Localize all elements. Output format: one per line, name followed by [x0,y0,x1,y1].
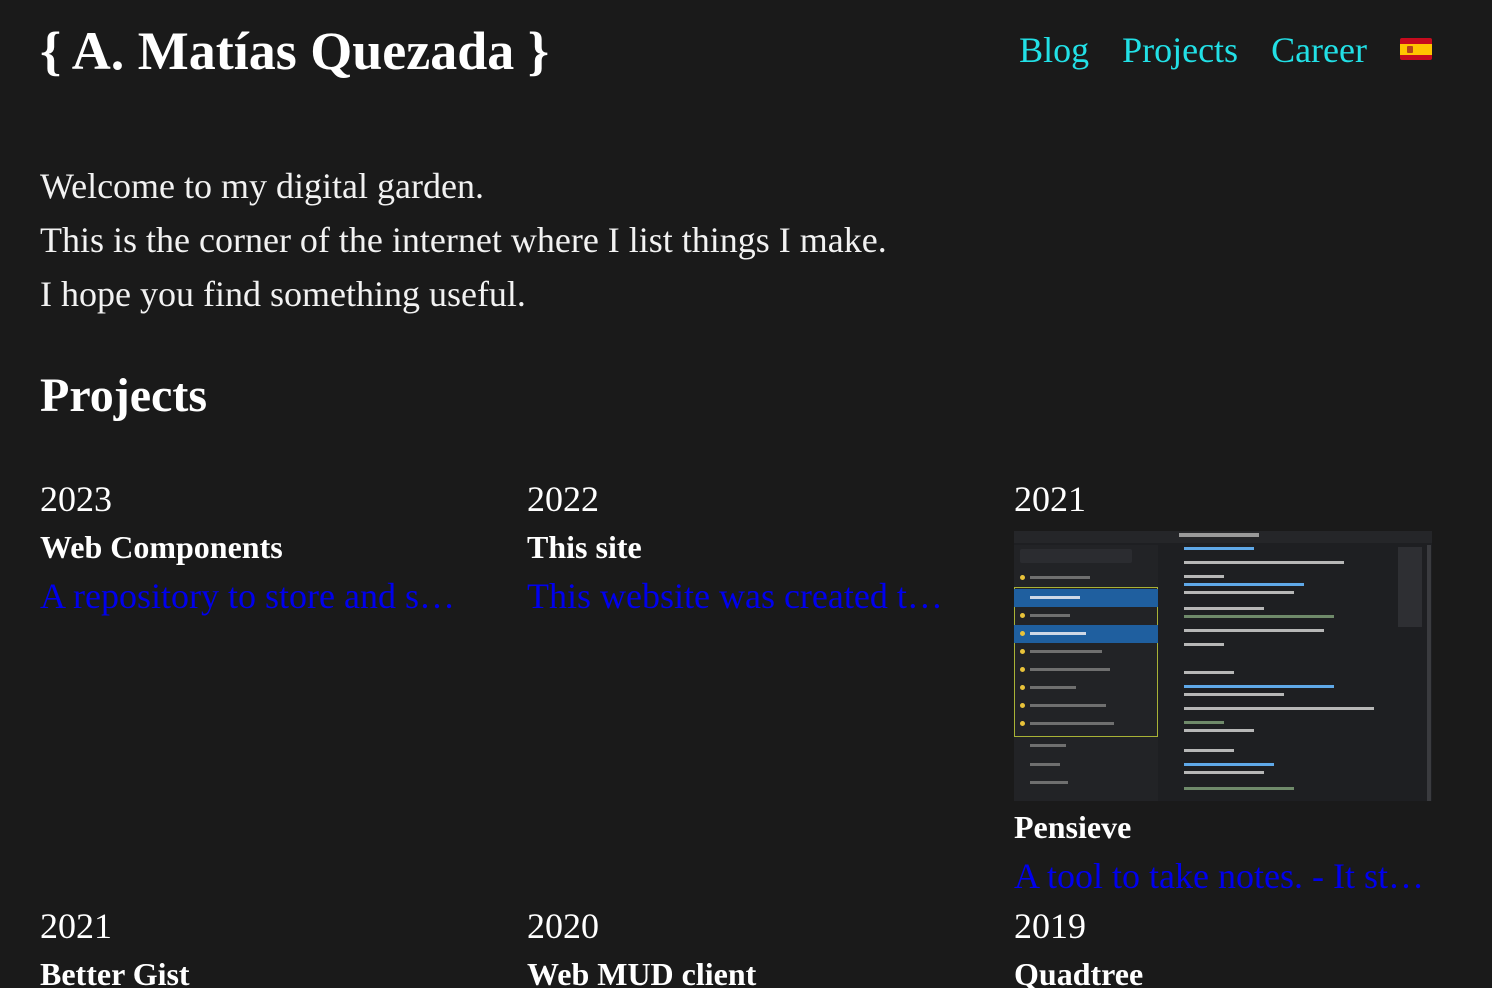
project-card[interactable]: 2019 Quadtree [1014,904,1434,988]
project-description: This website was created to list my proj… [527,576,945,616]
project-card[interactable]: 2020 Web MUD client [527,904,947,988]
nav-projects-link[interactable]: Projects [1122,26,1238,74]
project-year: 2021 [40,906,112,946]
spain-flag-icon[interactable] [1400,38,1432,60]
project-screenshot [1014,531,1432,801]
project-card[interactable]: 2023 Web Components A repository to stor… [40,477,460,619]
project-year: 2023 [40,479,112,519]
project-year: 2021 [1014,479,1086,519]
intro-line-1: Welcome to my digital garden. [40,166,484,206]
intro-text: Welcome to my digital garden. This is th… [40,159,887,321]
nav-career-link[interactable]: Career [1271,26,1367,74]
nav-blog-link[interactable]: Blog [1019,26,1089,74]
project-year: 2020 [527,906,599,946]
project-name: Pensieve [1014,809,1132,845]
project-name: Web Components [40,529,283,565]
project-name: This site [527,529,642,565]
intro-line-2: This is the corner of the internet where… [40,220,887,260]
site-title[interactable]: { A. Matías Quezada } [40,18,549,84]
project-description: A repository to store and share web comp… [40,576,458,616]
project-name: Better Gist [40,956,190,988]
project-card[interactable]: 2021 Better Gist [40,904,460,988]
projects-heading: Projects [40,369,208,422]
project-description: A tool to take notes. - It stores notes … [1014,856,1432,896]
project-year: 2022 [527,479,599,519]
project-card[interactable]: 2022 This site This website was created … [527,477,947,619]
project-name: Quadtree [1014,956,1144,988]
project-card[interactable]: 2021 Pensieve A tool to take notes. - It… [1014,477,1434,899]
main-nav: Blog Projects Career [1019,26,1432,74]
project-year: 2019 [1014,906,1086,946]
intro-line-3: I hope you find something useful. [40,274,526,314]
project-name: Web MUD client [527,956,757,988]
